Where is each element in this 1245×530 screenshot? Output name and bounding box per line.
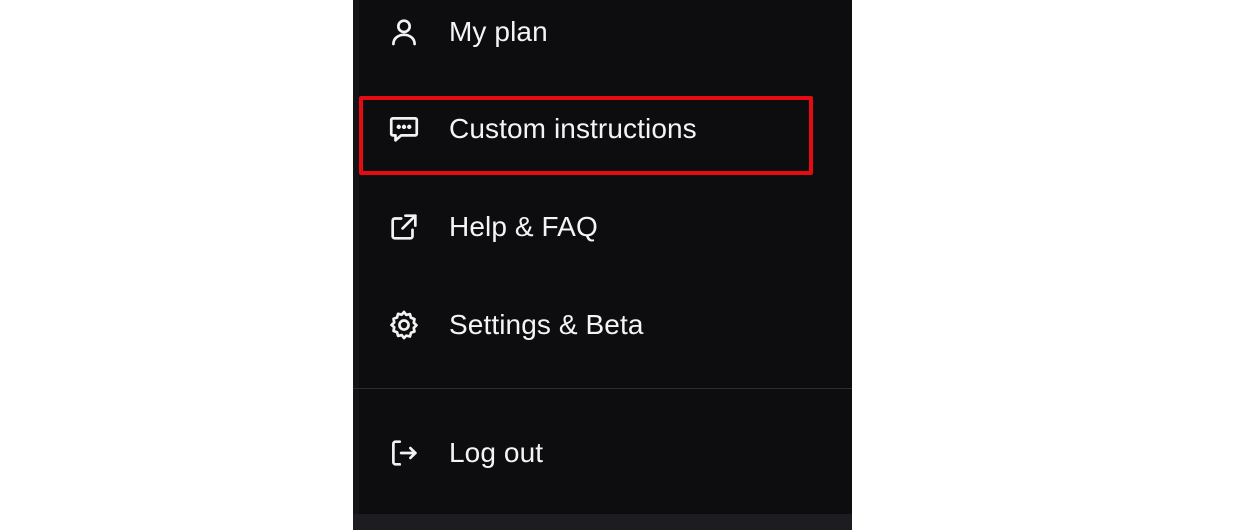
screenshot-stage: My plan Custom instructions Help & FAQ S… <box>0 0 1245 530</box>
user-menu-panel: My plan Custom instructions Help & FAQ S… <box>353 0 852 530</box>
logout-icon <box>386 435 422 471</box>
gear-icon <box>386 307 422 343</box>
menu-item-settings-beta[interactable]: Settings & Beta <box>353 295 852 355</box>
menu-item-label: Custom instructions <box>449 113 697 144</box>
menu-bottom-bar <box>353 514 852 530</box>
menu-item-custom-instructions[interactable]: Custom instructions <box>353 99 852 159</box>
external-link-icon <box>386 209 422 245</box>
menu-item-label: Help & FAQ <box>449 211 598 242</box>
menu-item-my-plan[interactable]: My plan <box>353 2 852 62</box>
menu-item-label: My plan <box>449 16 548 47</box>
chat-bubble-dots-icon <box>386 111 422 147</box>
menu-item-label: Settings & Beta <box>449 309 644 340</box>
menu-item-log-out[interactable]: Log out <box>353 423 852 483</box>
menu-divider <box>353 388 852 389</box>
menu-item-help-faq[interactable]: Help & FAQ <box>353 197 852 257</box>
user-icon <box>386 14 422 50</box>
menu-item-label: Log out <box>449 437 544 468</box>
